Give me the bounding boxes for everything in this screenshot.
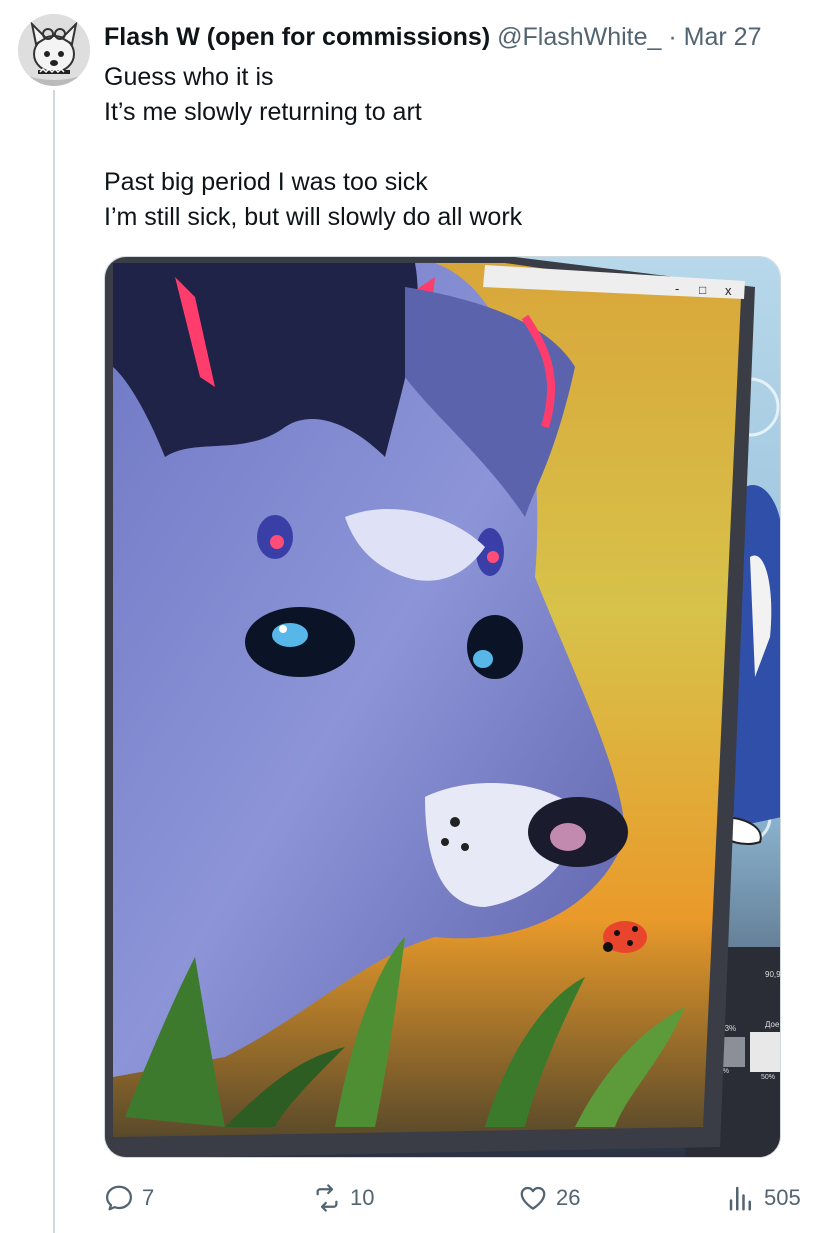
separator: · [668,23,677,51]
panel-value: Дое [765,1020,780,1029]
avatar-image [18,14,90,86]
reply-count: 7 [142,1185,155,1210]
photo-of-wolf-artwork-on-monitor: 90,9 33,33% Дое 25% 50% - □ x [105,257,781,1157]
reply-button[interactable]: 7 [104,1180,154,1216]
panel-value: 90,9 [765,970,781,979]
timestamp[interactable]: Mar 27 [684,23,762,51]
repost-icon [316,1184,338,1212]
tweet-text: Guess who it is It’s me slowly returning… [104,60,804,235]
like-count: 26 [556,1185,581,1210]
analytics-icon [729,1186,751,1211]
tweet-media-photo[interactable]: 90,9 33,33% Дое 25% 50% - □ x [104,256,781,1158]
tweet-line: I’m still sick, but will slowly do all w… [104,203,523,231]
repost-button[interactable]: 10 [312,1180,374,1216]
panel-value: 50% [761,1074,775,1081]
tweet-actions: 7 10 26 505 [104,1180,814,1216]
reply-icon [106,1185,132,1211]
like-button[interactable]: 26 [518,1180,580,1216]
display-name[interactable]: Flash W (open for commissions) [104,23,490,51]
tweet-header: Flash W (open for commissions) @FlashWhi… [104,22,761,52]
repost-count: 10 [350,1185,375,1210]
tweet-line: Past big period I was too sick [104,168,428,196]
views-button[interactable]: 505 [726,1180,801,1216]
view-count: 505 [764,1185,801,1210]
window-maximize-button: □ [699,283,706,297]
tweet-line: It’s me slowly returning to art [104,98,422,126]
window-close-button: x [725,283,732,298]
avatar[interactable] [18,14,90,86]
window-minimize-button: - [675,281,679,296]
tweet-line: Guess who it is [104,63,274,91]
heart-icon [520,1186,546,1210]
thread-line [53,90,55,1233]
handle[interactable]: @FlashWhite_ [497,23,661,51]
